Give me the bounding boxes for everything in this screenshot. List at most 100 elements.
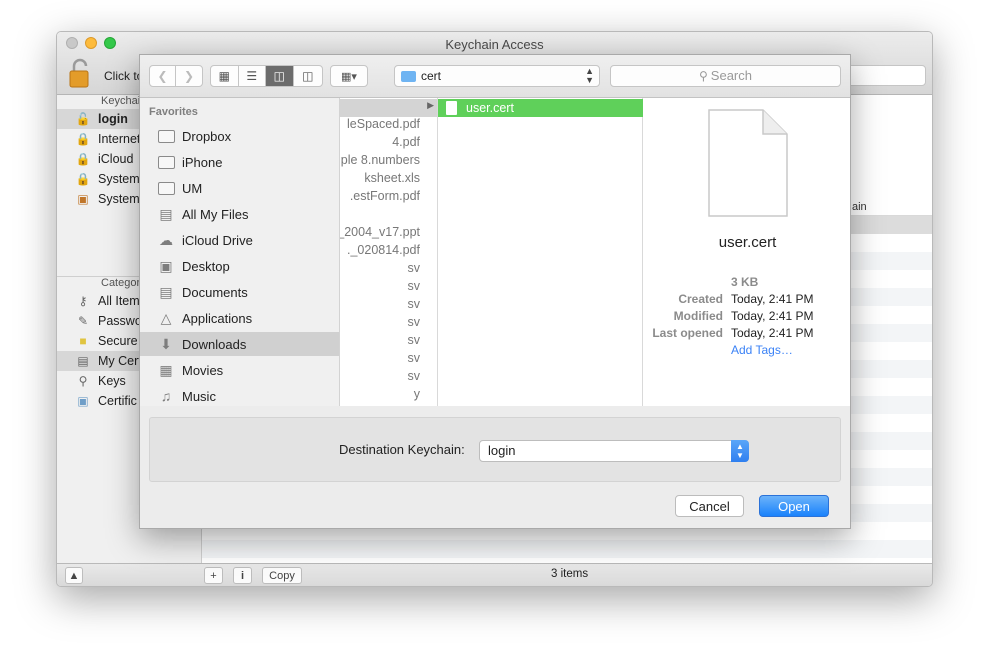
list-item[interactable]: sv [340,351,437,369]
sidebar-item-iphone[interactable]: iPhone [140,150,339,174]
sidebar-item-label: Movies [182,362,224,378]
open-file-sheet: ❮ ❯ ▦ ☰ ◫ ◫ ▦▾ cert ▲ ▼ ⚲ Search Favorites… [139,54,851,529]
icon-view-icon[interactable]: ▦ [211,66,239,86]
sidebar-item-um[interactable]: UM [140,176,339,200]
cancel-button[interactable]: Cancel [675,495,744,517]
list-item-user-cert[interactable]: user.cert [438,99,643,117]
back-button[interactable]: ❮ [150,66,177,86]
item-count-status: 3 items [551,568,589,580]
desktop-icon: ▣ [159,257,173,274]
open-button[interactable]: Open [759,495,829,517]
forward-button[interactable]: ❯ [176,66,202,86]
list-view-icon[interactable]: ☰ [239,66,267,86]
list-item[interactable] [340,207,437,225]
keychain-item-label: login [98,112,128,126]
sidebar-item-applications[interactable]: △ Applications [140,306,339,330]
sidebar-item-desktop[interactable]: ▣ Desktop [140,254,339,278]
favorites-header: Favorites [149,106,198,118]
arrange-button[interactable]: ▦▾ [330,65,368,87]
documents-icon: ▤ [159,283,173,300]
sidebar-item-documents[interactable]: ▤ Documents [140,280,339,304]
navigation-buttons: ❮ ❯ [149,65,203,87]
chevron-updown-icon: ▲ ▼ [731,440,749,462]
certificate-icon: ▣ [77,192,89,206]
sidebar-item-label: iCloud Drive [182,232,253,248]
created-label: Created [678,292,723,306]
keychain-item-label: Internet [98,132,141,146]
list-item[interactable]: _2004_v17.ppt [340,225,437,243]
list-item[interactable]: 4.pdf [340,135,437,153]
keychain-item-label: System [98,172,140,186]
category-item-label: Keys [98,374,126,388]
file-name: sv [407,315,421,329]
all-files-icon: ▤ [159,205,173,222]
disclosure-arrow-icon: ▶ [427,100,434,110]
pen-icon: ✎ [77,314,89,328]
list-item[interactable]: sv [340,333,437,351]
show-sidebar-button[interactable]: ▲ [65,567,83,584]
file-name: sv [407,279,421,293]
destination-keychain-select[interactable]: login ▲ ▼ [479,440,749,462]
column-view-icon[interactable]: ◫ [266,66,294,86]
list-item[interactable]: sv [340,279,437,297]
sidebar-item-downloads[interactable]: ⬇ Downloads [140,332,339,356]
sidebar-item-movies[interactable]: ▦ Movies [140,358,339,382]
column-header-keychain[interactable]: ain [852,201,867,213]
list-item[interactable]: .estForm.pdf [340,189,437,207]
path-popup[interactable]: cert ▲ ▼ [394,65,600,87]
file-name: y [413,387,420,401]
list-item[interactable]: sv [340,315,437,333]
copy-button[interactable]: Copy [262,567,302,584]
search-placeholder: Search [710,68,752,83]
preview-file-size: 3 KB [731,275,759,289]
modified-value: Today, 2:41 PM [731,309,814,323]
list-item[interactable]: sv [340,369,437,387]
list-item[interactable]: y [340,387,437,405]
view-mode-buttons: ▦ ☰ ◫ ◫ [210,65,323,87]
lock-label: Click to [104,69,144,83]
search-icon: ⚲ [699,69,708,83]
file-name: user.cert [466,101,514,115]
keychain-item-label: System [98,192,140,206]
list-item[interactable]: ._020814.pdf [340,243,437,261]
folder-icon [401,71,416,82]
last-opened-value: Today, 2:41 PM [731,326,814,340]
lock-open-icon[interactable] [69,58,91,88]
list-item[interactable]: ksheet.xls [340,171,437,189]
search-input[interactable]: ⚲ Search [610,65,841,87]
cloud-icon: ☁ [159,231,173,248]
lock-icon: 🔒 [75,132,91,146]
sidebar-item-label: Desktop [182,258,230,274]
category-item-label: My Cert [98,354,142,368]
add-tags-link[interactable]: Add Tags… [731,343,793,357]
sidebar-item-all-my-files[interactable]: ▤ All My Files [140,202,339,226]
sidebar-item-label: UM [182,180,203,196]
sidebar-item-music[interactable]: ♫ Music [140,384,339,406]
list-item[interactable]: leSpaced.pdf [340,117,437,135]
add-item-button[interactable]: + [204,567,223,584]
destination-keychain-value: login [488,443,516,458]
sidebar-item-dropbox[interactable]: Dropbox [140,124,339,148]
chevron-updown-icon: ▲ ▼ [585,66,594,85]
last-opened-label: Last opened [652,326,723,340]
file-name: 4.pdf [392,135,420,149]
list-item[interactable]: sv [340,297,437,315]
list-item-cert-folder[interactable]: ▶ [340,99,437,117]
note-icon: ■ [79,334,87,348]
category-item-label: Secure [98,334,138,348]
sidebar-item-icloud-drive[interactable]: ☁ iCloud Drive [140,228,339,252]
lock-open-icon: 🔓 [75,112,91,126]
list-item[interactable]: sv [340,261,437,279]
window-title: Keychain Access [445,37,544,52]
key-icon: ⚲ [78,374,88,388]
created-value: Today, 2:41 PM [731,292,814,306]
destination-keychain-label: Destination Keychain: [339,442,465,457]
folder-icon [157,180,175,196]
sidebar-item-label: Documents [182,284,248,300]
cover-flow-icon[interactable]: ◫ [294,66,322,86]
options-panel: Destination Keychain: login ▲ ▼ [149,417,841,482]
file-name: sv [407,261,421,275]
file-name: _2004_v17.ppt [340,225,420,239]
info-button[interactable]: i [233,567,252,584]
list-item[interactable]: ple 8.numbers [340,153,437,171]
